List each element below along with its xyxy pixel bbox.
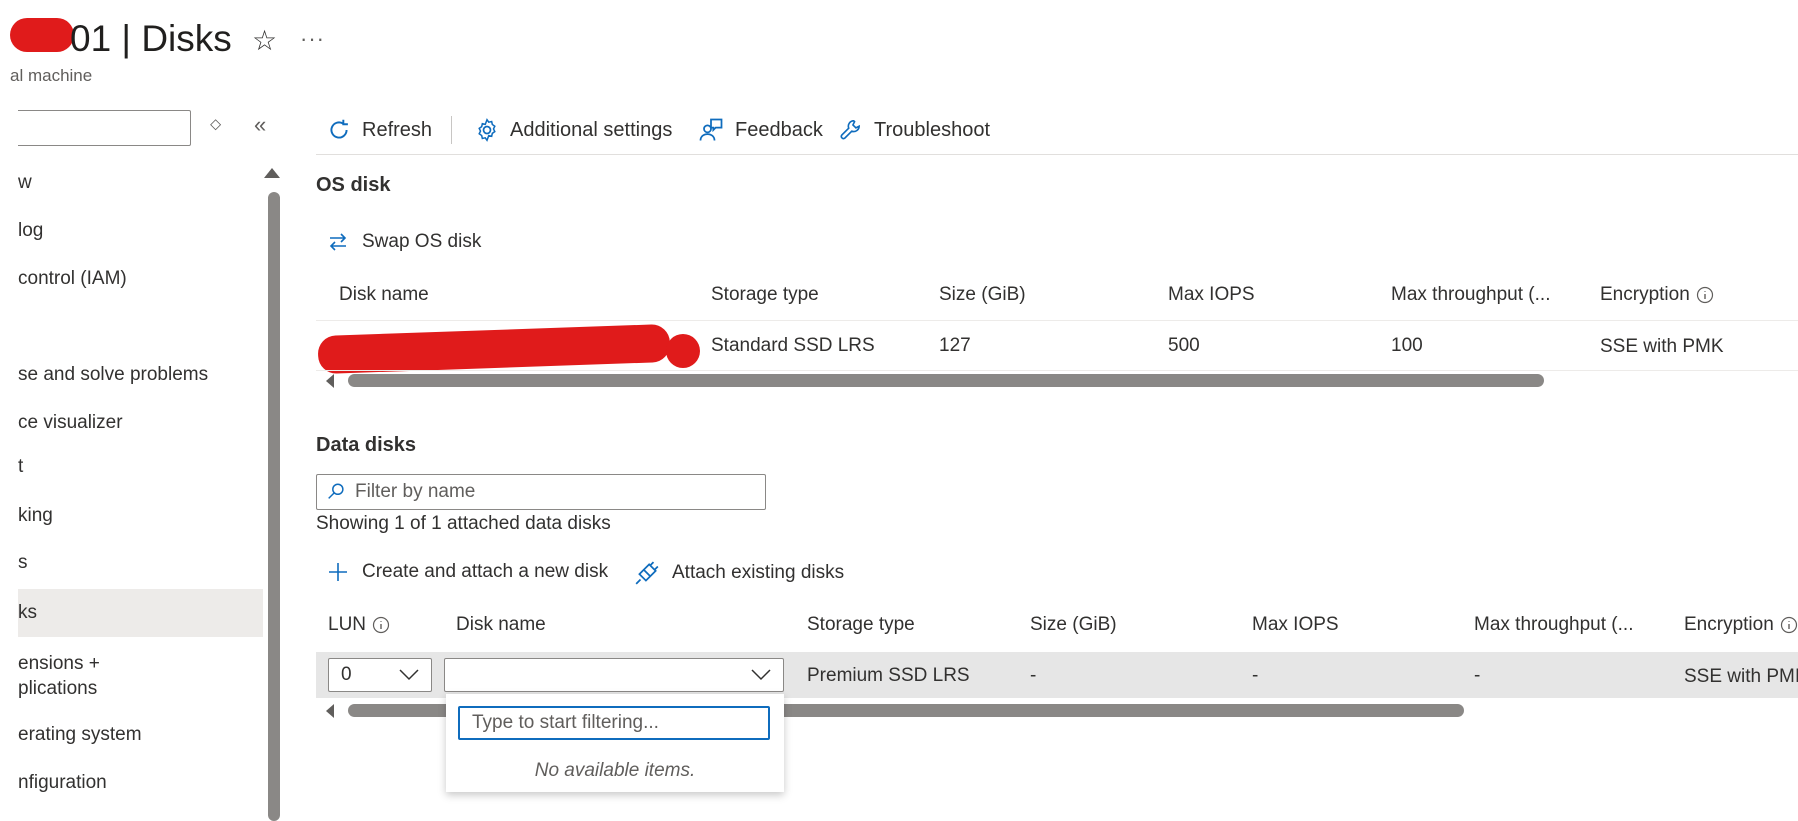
filter-by-name-input[interactable] [316, 474, 766, 510]
resource-type: al machine [10, 66, 93, 85]
data-col-encryption[interactable]: Encryption [1684, 614, 1798, 636]
sidebar-item-operating-system[interactable]: erating system [18, 722, 142, 748]
feedback-button[interactable]: Feedback [697, 112, 823, 148]
sidebar-item-disks[interactable]: ks [18, 589, 263, 637]
data-col-lun-label: LUN [328, 614, 367, 635]
data-col-max-throughput[interactable]: Max throughput (... [1474, 614, 1633, 636]
swap-os-disk-button[interactable]: Swap OS disk [326, 230, 481, 254]
os-col-encryption[interactable]: Encryption [1600, 284, 1714, 306]
sidebar-item-settings[interactable]: s [18, 550, 28, 576]
data-col-encryption-label: Encryption [1684, 614, 1774, 635]
os-encryption-cell: SSE with PMK [1600, 336, 1724, 357]
os-max-throughput-cell: 100 [1391, 335, 1423, 356]
data-size-cell: - [1030, 665, 1037, 686]
sidebar-item-resource-visualizer[interactable]: ce visualizer [18, 410, 123, 436]
collapse-sidebar-icon[interactable]: « [254, 112, 266, 138]
scroll-up-icon[interactable] [264, 168, 280, 178]
data-encryption-cell: SSE with PMI [1684, 666, 1798, 687]
data-storage-type-cell: Premium SSD LRS [807, 665, 970, 686]
refresh-label: Refresh [362, 118, 433, 141]
os-col-size[interactable]: Size (GiB) [939, 284, 1026, 306]
os-col-storage-type[interactable]: Storage type [711, 284, 819, 306]
data-max-iops-cell: - [1252, 665, 1259, 686]
star-icon[interactable]: ☆ [252, 24, 277, 57]
dropdown-filter-input[interactable] [470, 711, 764, 735]
feedback-label: Feedback [735, 118, 823, 141]
disk-name-dropdown: No available items. [446, 694, 784, 792]
sidebar-scrollbar[interactable] [268, 192, 280, 821]
chevron-down-icon [399, 669, 419, 681]
info-icon [372, 616, 390, 634]
os-col-encryption-label: Encryption [1600, 284, 1690, 305]
create-attach-disk-button[interactable]: Create and attach a new disk [326, 560, 608, 584]
redaction-mark [10, 18, 74, 52]
toolbar-divider [451, 116, 452, 144]
lun-select[interactable]: 0 [328, 658, 432, 692]
dropdown-filter-box[interactable] [458, 706, 770, 740]
data-col-size[interactable]: Size (GiB) [1030, 614, 1117, 636]
chevron-down-icon [751, 669, 771, 681]
info-icon [1780, 616, 1797, 634]
filter-by-name-field[interactable] [353, 480, 757, 504]
feedback-icon [699, 118, 723, 141]
os-storage-type-cell: Standard SSD LRS [711, 335, 875, 356]
sidebar-item-overview[interactable]: w [18, 170, 32, 196]
data-col-max-iops[interactable]: Max IOPS [1252, 614, 1339, 636]
troubleshoot-label: Troubleshoot [874, 118, 990, 141]
scroll-left-icon[interactable] [326, 374, 334, 388]
sidebar-item-networking[interactable]: king [18, 503, 53, 529]
sidebar-item-applications[interactable]: plications [18, 676, 97, 702]
os-col-disk-name[interactable]: Disk name [339, 284, 429, 306]
sidebar-item-configuration[interactable]: nfiguration [18, 770, 107, 796]
redaction-mark [666, 334, 700, 368]
toolbar-divider-line [316, 154, 1798, 155]
os-table-scrollbar[interactable] [348, 374, 1544, 387]
refresh-icon [330, 119, 348, 139]
plug-icon [635, 561, 659, 585]
additional-settings-button[interactable]: Additional settings [474, 112, 672, 148]
lun-value: 0 [341, 664, 352, 685]
sort-icon[interactable]: ⬦ [210, 116, 221, 134]
data-col-disk-name[interactable]: Disk name [456, 614, 546, 636]
attach-existing-disks-button[interactable]: Attach existing disks [634, 560, 844, 586]
gear-icon [478, 118, 496, 142]
os-size-cell: 127 [939, 335, 971, 356]
scroll-left-icon[interactable] [326, 704, 334, 718]
sidebar-item-activity-log[interactable]: log [18, 218, 43, 244]
sidebar-item-diagnose[interactable]: se and solve problems [18, 362, 208, 388]
page-title: 01 | Disks [70, 18, 232, 59]
sidebar-item-access-control[interactable]: control (IAM) [18, 266, 127, 292]
data-max-throughput-cell: - [1474, 665, 1481, 686]
os-header-divider [316, 320, 1798, 321]
sidebar-item-connect[interactable]: t [18, 454, 23, 480]
os-row-divider [316, 370, 1798, 371]
additional-settings-label: Additional settings [510, 118, 673, 141]
search-icon [328, 483, 344, 499]
plus-icon [329, 563, 347, 581]
wrench-icon [840, 119, 860, 140]
sidebar-item-label: ks [18, 602, 37, 623]
create-attach-disk-label: Create and attach a new disk [362, 561, 609, 582]
os-col-max-iops[interactable]: Max IOPS [1168, 284, 1255, 306]
data-col-lun[interactable]: LUN [328, 614, 390, 636]
more-options-icon[interactable]: ··· [300, 26, 325, 52]
showing-count-text: Showing 1 of 1 attached data disks [316, 513, 611, 534]
os-disk-heading: OS disk [316, 174, 391, 196]
os-col-max-throughput[interactable]: Max throughput (... [1391, 284, 1550, 306]
data-col-storage-type[interactable]: Storage type [807, 614, 915, 636]
refresh-button[interactable]: Refresh [326, 112, 432, 148]
no-items-message: No available items. [534, 760, 696, 781]
redaction-mark [317, 323, 671, 375]
info-icon [1696, 286, 1713, 304]
disk-name-select[interactable] [444, 658, 784, 692]
swap-os-disk-label: Swap OS disk [362, 231, 482, 252]
os-max-iops-cell: 500 [1168, 335, 1200, 356]
troubleshoot-button[interactable]: Troubleshoot [838, 112, 990, 148]
sidebar-search-input[interactable] [18, 110, 191, 146]
sidebar-item-extensions[interactable]: ensions + [18, 651, 100, 677]
swap-icon [329, 233, 347, 251]
attach-existing-disks-label: Attach existing disks [672, 562, 845, 583]
data-disks-heading: Data disks [316, 434, 417, 456]
